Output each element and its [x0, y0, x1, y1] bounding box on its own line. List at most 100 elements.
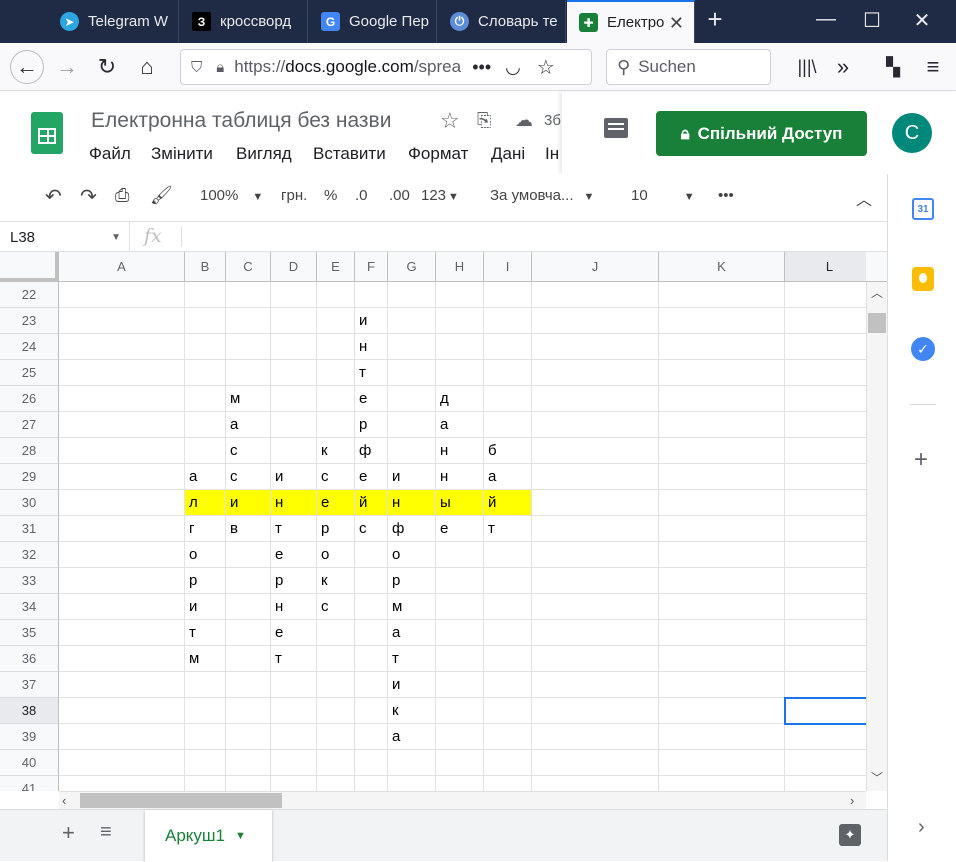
cell-l31[interactable] — [785, 516, 866, 542]
cell-f26[interactable]: е — [355, 386, 388, 412]
move-folder-icon[interactable]: ⎘ — [477, 110, 491, 131]
cell-c25[interactable] — [226, 360, 271, 386]
cell-c30[interactable]: и — [226, 490, 271, 516]
back-arrow-icon[interactable]: ← — [10, 50, 44, 84]
cell-h24[interactable] — [436, 334, 484, 360]
column-header-c[interactable]: C — [226, 252, 271, 282]
cell-g34[interactable]: м — [388, 594, 436, 620]
row-header-35[interactable]: 35 — [0, 620, 59, 646]
cell-l30[interactable] — [785, 490, 866, 516]
cell-c31[interactable]: в — [226, 516, 271, 542]
cell-g36[interactable]: т — [388, 646, 436, 672]
cell-l22[interactable] — [785, 282, 866, 308]
cell-a37[interactable] — [59, 672, 185, 698]
cell-b31[interactable]: г — [185, 516, 226, 542]
cell-a33[interactable] — [59, 568, 185, 594]
redo-icon[interactable]: ↷ — [80, 184, 97, 209]
sheet-tab-active[interactable]: Аркуш1 ▼ — [145, 810, 272, 862]
cell-j38[interactable] — [532, 698, 659, 724]
cell-h26[interactable]: д — [436, 386, 484, 412]
document-title[interactable]: Електронна таблиця без назви — [91, 109, 391, 133]
calendar-icon[interactable]: 31 — [912, 198, 934, 220]
cell-e38[interactable] — [317, 698, 355, 724]
more-tools-button[interactable]: ••• — [718, 187, 734, 204]
library-icon[interactable]: |||\ — [792, 52, 822, 82]
cell-e35[interactable] — [317, 620, 355, 646]
cell-l28[interactable] — [785, 438, 866, 464]
scroll-right-icon[interactable]: › — [850, 793, 854, 808]
cell-c22[interactable] — [226, 282, 271, 308]
font-select[interactable]: За умовча... ▼ — [490, 187, 604, 204]
cell-b41[interactable] — [185, 776, 226, 791]
row-header-28[interactable]: 28 — [0, 438, 59, 464]
cell-h40[interactable] — [436, 750, 484, 776]
add-addon-icon[interactable]: + — [914, 446, 928, 474]
cell-i23[interactable] — [484, 308, 532, 334]
cell-k29[interactable] — [659, 464, 785, 490]
cell-e36[interactable] — [317, 646, 355, 672]
cell-i38[interactable] — [484, 698, 532, 724]
cell-j30[interactable] — [532, 490, 659, 516]
increase-decimal-button[interactable]: .00 — [389, 187, 410, 204]
cell-h39[interactable] — [436, 724, 484, 750]
cell-g28[interactable] — [388, 438, 436, 464]
browser-tab-dictionary[interactable]: ⏻ Словарь те — [438, 0, 566, 43]
avatar[interactable]: С — [892, 113, 932, 153]
share-button[interactable]: 🔒︎ Спільний Доступ — [656, 111, 867, 156]
forward-arrow-icon[interactable]: → — [52, 52, 82, 82]
cell-d38[interactable] — [271, 698, 317, 724]
row-header-34[interactable]: 34 — [0, 594, 59, 620]
all-sheets-icon[interactable]: ≡ — [100, 821, 112, 844]
cell-l32[interactable] — [785, 542, 866, 568]
cell-g31[interactable]: ф — [388, 516, 436, 542]
cell-k32[interactable] — [659, 542, 785, 568]
cell-f27[interactable]: р — [355, 412, 388, 438]
extensions-icon[interactable]: ▚ — [878, 52, 908, 82]
cell-a41[interactable] — [59, 776, 185, 791]
cell-f34[interactable] — [355, 594, 388, 620]
cell-e25[interactable] — [317, 360, 355, 386]
menu-format[interactable]: Формат — [408, 144, 468, 164]
cell-d35[interactable]: е — [271, 620, 317, 646]
bookmark-star-icon[interactable]: ☆ — [537, 55, 555, 80]
cell-l35[interactable] — [785, 620, 866, 646]
cell-h30[interactable]: ы — [436, 490, 484, 516]
cell-d27[interactable] — [271, 412, 317, 438]
cell-f41[interactable] — [355, 776, 388, 791]
cell-l39[interactable] — [785, 724, 866, 750]
cell-d26[interactable] — [271, 386, 317, 412]
cell-l37[interactable] — [785, 672, 866, 698]
cell-f30[interactable]: й — [355, 490, 388, 516]
cell-b39[interactable] — [185, 724, 226, 750]
cell-c29[interactable]: с — [226, 464, 271, 490]
cell-j32[interactable] — [532, 542, 659, 568]
cell-e30[interactable]: е — [317, 490, 355, 516]
cell-l24[interactable] — [785, 334, 866, 360]
row-header-31[interactable]: 31 — [0, 516, 59, 542]
column-header-l[interactable]: L — [785, 252, 866, 282]
cell-b38[interactable] — [185, 698, 226, 724]
cell-h37[interactable] — [436, 672, 484, 698]
cell-d22[interactable] — [271, 282, 317, 308]
cell-d25[interactable] — [271, 360, 317, 386]
column-header-d[interactable]: D — [271, 252, 317, 282]
cell-i41[interactable] — [484, 776, 532, 791]
cell-g29[interactable]: и — [388, 464, 436, 490]
column-header-h[interactable]: H — [436, 252, 484, 282]
cell-h35[interactable] — [436, 620, 484, 646]
cell-a38[interactable] — [59, 698, 185, 724]
cell-g35[interactable]: а — [388, 620, 436, 646]
cell-k30[interactable] — [659, 490, 785, 516]
cell-c23[interactable] — [226, 308, 271, 334]
cell-i29[interactable]: а — [484, 464, 532, 490]
cell-k28[interactable] — [659, 438, 785, 464]
cell-j29[interactable] — [532, 464, 659, 490]
cell-l29[interactable] — [785, 464, 866, 490]
cell-c41[interactable] — [226, 776, 271, 791]
cell-d31[interactable]: т — [271, 516, 317, 542]
cell-j27[interactable] — [532, 412, 659, 438]
cell-k27[interactable] — [659, 412, 785, 438]
row-header-27[interactable]: 27 — [0, 412, 59, 438]
column-header-g[interactable]: G — [388, 252, 436, 282]
menu-insert[interactable]: Вставити — [313, 144, 386, 164]
